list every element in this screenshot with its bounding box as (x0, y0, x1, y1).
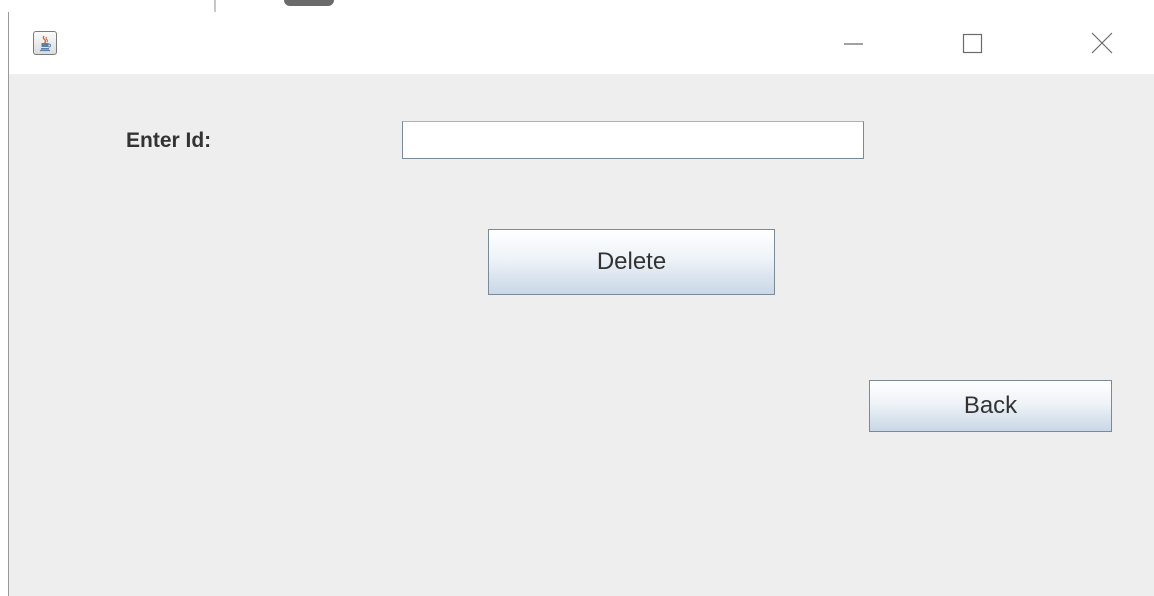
close-icon (1091, 32, 1113, 54)
close-button[interactable] (1065, 20, 1135, 66)
minimize-icon (844, 43, 863, 45)
delete-dialog-window: Enter Id: Delete Back (8, 12, 1154, 596)
title-bar[interactable] (9, 12, 1154, 74)
delete-button[interactable]: Delete (488, 229, 775, 295)
minimize-button[interactable] (816, 20, 886, 66)
maximize-icon (962, 33, 983, 54)
enter-id-label: Enter Id: (126, 129, 212, 152)
backdrop-partial-content (284, 0, 334, 6)
backdrop-window-edge (214, 0, 216, 12)
desktop-backdrop (0, 0, 1154, 12)
id-input[interactable] (402, 121, 864, 159)
maximize-button[interactable] (945, 20, 1015, 66)
form-panel: Enter Id: Delete Back (9, 74, 1154, 596)
java-cup-icon (40, 35, 52, 52)
back-button[interactable]: Back (869, 380, 1112, 432)
java-icon[interactable] (33, 31, 57, 55)
